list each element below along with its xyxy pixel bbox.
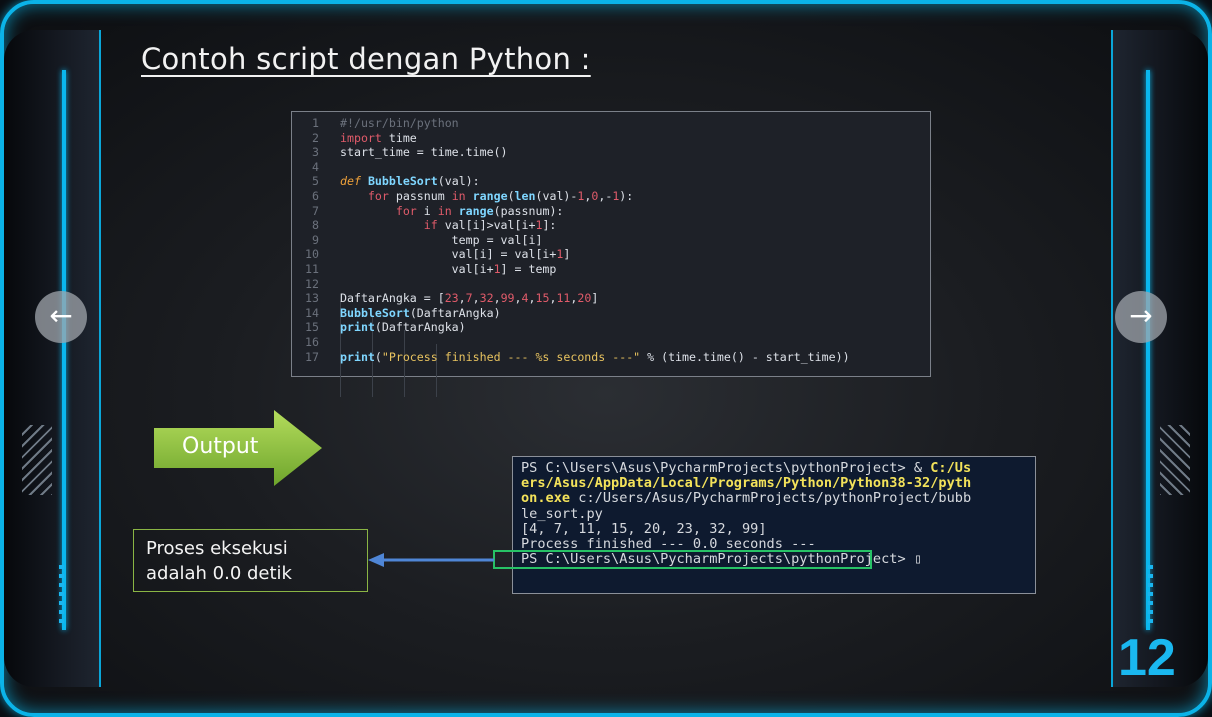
code-text: start_time = time.time() xyxy=(340,145,508,160)
code-text: val[i+1] = temp xyxy=(340,261,557,276)
code-line: 14 BubbleSort(DaftarAngka) xyxy=(292,306,930,321)
code-text: import time xyxy=(340,130,417,145)
code-line: 15 print(DaftarAngka) xyxy=(292,320,930,335)
code-screenshot: 1 #!/usr/bin/python 2 import time 3 start_tim… xyxy=(291,111,931,397)
explanation-line: Proses eksekusi xyxy=(146,538,288,559)
code-line: 7 for i in range(passnum): xyxy=(292,204,930,219)
code-line: 16 xyxy=(292,335,930,350)
terminal-line: ers/Asus/AppData/Local/Programs/Python/P… xyxy=(521,475,972,492)
arrow-left-icon: ← xyxy=(49,299,73,332)
terminal-line: le_sort.py xyxy=(521,505,603,522)
explanation-box: Proses eksekusi adalah 0.0 detik xyxy=(133,529,368,592)
terminal-line: [4, 7, 11, 15, 20, 23, 32, 99] xyxy=(521,520,767,537)
code-text: #!/usr/bin/python xyxy=(340,116,459,130)
code-text: print(DaftarAngka) xyxy=(340,320,466,335)
highlight-box xyxy=(493,550,872,569)
code-line: 8 if val[i]>val[i+1]: xyxy=(292,218,930,233)
line-number: 11 xyxy=(305,261,319,276)
arrow-right-icon: → xyxy=(1129,299,1153,332)
left-glow-stripe xyxy=(62,70,66,630)
code-line: 2 import time xyxy=(292,131,930,146)
right-dot-decoration xyxy=(1148,565,1153,625)
slide-title: Contoh script dengan Python : xyxy=(141,42,591,76)
code-text: BubbleSort(DaftarAngka) xyxy=(340,305,501,320)
code-line: 3 start_time = time.time() xyxy=(292,145,930,160)
line-number: 16 xyxy=(305,334,319,349)
code-text: for passnum in range(len(val)-1,0,-1): xyxy=(367,188,634,203)
code-line: 6 for passnum in range(len(val)-1,0,-1): xyxy=(292,189,930,204)
line-number: 2 xyxy=(312,130,319,145)
code-line: 13 DaftarAngka = [23,7,32,99,4,15,11,20] xyxy=(292,291,930,306)
code-text: temp = val[i] xyxy=(340,232,543,247)
code-line: 11 val[i+1] = temp xyxy=(292,262,930,277)
terminal-path-highlight: on.exe xyxy=(521,490,571,507)
line-number: 7 xyxy=(312,203,319,218)
terminal-text: c:/Users/Asus/PycharmProjects/pythonProj… xyxy=(570,490,972,507)
code-line: 10 val[i] = val[i+1] xyxy=(292,247,930,262)
line-number: 8 xyxy=(312,218,319,233)
right-glow-stripe xyxy=(1146,70,1150,630)
terminal-line: PS C:\Users\Asus\PycharmProjects\pythonP… xyxy=(521,460,1027,476)
terminal-path-highlight: C:/Us xyxy=(930,460,972,476)
right-hatch-decoration xyxy=(1160,425,1190,495)
terminal-text: PS C:\Users\Asus\PycharmProjects\pythonP… xyxy=(521,460,931,476)
explanation-line: adalah 0.0 detik xyxy=(146,563,292,584)
line-number: 1 xyxy=(312,116,319,130)
line-number: 12 xyxy=(305,276,319,291)
pointer-arrow-icon xyxy=(368,553,494,567)
page-number: 12 xyxy=(1118,629,1176,687)
code-line: 4 xyxy=(292,160,930,175)
code-text: val[i] = val[i+1] xyxy=(340,247,571,262)
line-number: 17 xyxy=(305,349,319,364)
line-number: 14 xyxy=(305,305,319,320)
line-number: 10 xyxy=(305,247,319,262)
terminal-output: PS C:\Users\Asus\PycharmProjects\pythonP… xyxy=(512,456,1036,594)
code-text: if val[i]>val[i+1]: xyxy=(423,218,557,233)
next-slide-button[interactable]: → xyxy=(1115,291,1167,343)
code-text: DaftarAngka = [23,7,32,99,4,15,11,20] xyxy=(340,291,599,306)
code-text: print("Process finished --- %s seconds -… xyxy=(340,349,850,364)
code-line: 5 def BubbleSort(val): xyxy=(292,174,930,189)
right-decorative-panel xyxy=(1111,30,1208,687)
line-number: 9 xyxy=(312,232,319,247)
line-number: 4 xyxy=(312,159,319,174)
code-text: def BubbleSort(val): xyxy=(340,174,480,189)
code-line: 9 temp = val[i] xyxy=(292,233,930,248)
line-number: 13 xyxy=(305,291,319,306)
line-number: 6 xyxy=(312,188,319,203)
code-line: 12 xyxy=(292,277,930,292)
left-decorative-panel xyxy=(4,30,101,687)
prev-slide-button[interactable]: ← xyxy=(35,291,87,343)
line-number: 15 xyxy=(305,320,319,335)
terminal-line: on.exe c:/Users/Asus/PycharmProjects/pyt… xyxy=(521,491,1027,506)
code-line: 1 #!/usr/bin/python xyxy=(292,116,930,131)
code-line: 17 print("Process finished --- %s seconds… xyxy=(292,350,930,365)
line-number: 3 xyxy=(312,145,319,160)
code-text: for i in range(passnum): xyxy=(395,203,564,218)
line-number: 5 xyxy=(312,174,319,189)
left-hatch-decoration xyxy=(22,425,52,495)
left-dot-decoration xyxy=(59,565,64,625)
output-label: Output xyxy=(182,434,259,459)
code-lines: 1 #!/usr/bin/python 2 import time 3 start_tim… xyxy=(292,116,930,364)
